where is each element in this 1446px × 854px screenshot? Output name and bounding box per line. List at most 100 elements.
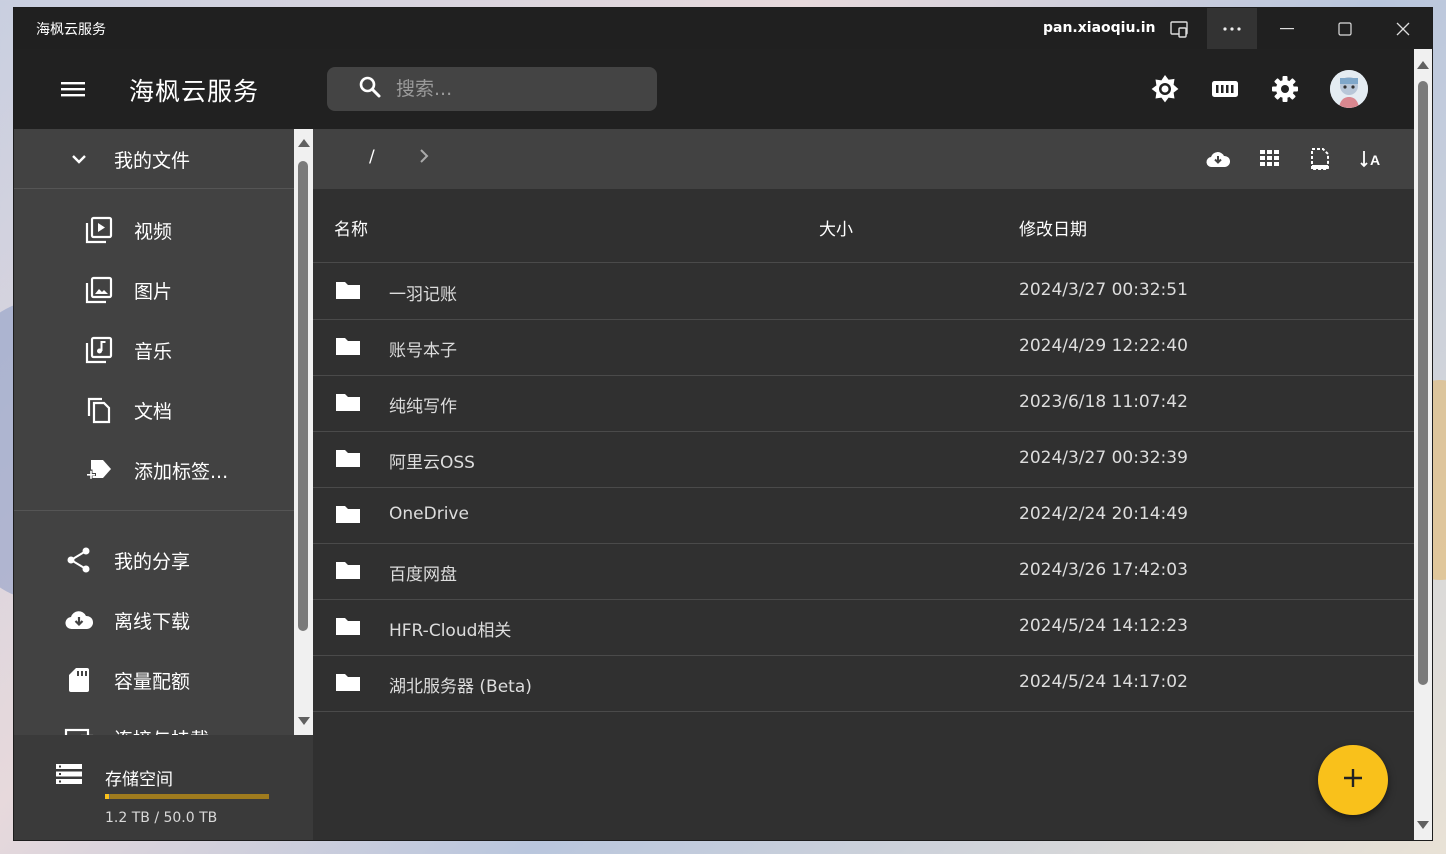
file-name: 纯纯写作 — [389, 397, 457, 417]
window-domain: pan.xiaoqiu.in — [1043, 20, 1156, 36]
folder-icon — [335, 280, 361, 305]
sidebar-item-label: 我的文件 — [114, 149, 191, 172]
app-available-icon[interactable] — [1164, 8, 1194, 49]
app-window: 海枫云服务 pan.xiaoqiu.in 海枫云服务 搜索... 我的文件 视频… — [14, 8, 1432, 840]
file-browser: / A 名称 大小 修改日期 一羽记账 2024/3/27 00:32:51 账… — [313, 129, 1414, 840]
file-name: 百度网盘 — [389, 565, 457, 585]
plus-icon — [1342, 767, 1364, 793]
storage-icon — [56, 762, 82, 790]
user-avatar[interactable] — [1330, 70, 1368, 108]
sidebar-item-label: 视频 — [134, 220, 173, 243]
search-input[interactable] — [394, 77, 638, 101]
breadcrumb-bar: / A — [313, 129, 1414, 189]
sidebar-nav: 我的文件 视频 图片 音乐 文档 添加标签... 我的分享 离线下载 容量配额 — [14, 129, 294, 735]
table-row[interactable]: OneDrive 2024/2/24 20:14:49 — [313, 487, 1414, 544]
cloud-download-icon[interactable] — [1203, 144, 1233, 174]
chevron-down-icon — [64, 144, 94, 174]
file-date: 2024/5/24 14:17:02 — [1019, 672, 1188, 692]
column-modified-header[interactable]: 修改日期 — [1019, 215, 1087, 240]
search-box[interactable] — [327, 67, 657, 111]
file-date: 2024/2/24 20:14:49 — [1019, 504, 1188, 524]
table-row[interactable]: 阿里云OSS 2024/3/27 00:32:39 — [313, 431, 1414, 488]
storage-policy-icon[interactable] — [1210, 74, 1240, 104]
storage-progress-bar — [105, 794, 269, 799]
settings-gear-icon[interactable] — [1270, 74, 1300, 104]
table-row[interactable]: 湖北服务器 (Beta) 2024/5/24 14:17:02 — [313, 655, 1414, 712]
close-button[interactable] — [1380, 8, 1426, 49]
file-name: 阿里云OSS — [389, 453, 475, 473]
file-date: 2024/3/27 00:32:51 — [1019, 280, 1188, 300]
storage-usage: 1.2 TB / 50.0 TB — [105, 810, 218, 826]
file-date: 2024/4/29 12:22:40 — [1019, 336, 1188, 356]
folder-icon — [335, 504, 361, 529]
breadcrumb-root[interactable]: / — [369, 147, 375, 167]
sidebar-item-connections[interactable]: 连接与挂载 — [14, 710, 294, 735]
divider — [14, 510, 294, 511]
app-brand: 海枫云服务 — [129, 77, 260, 106]
sidebar-item-label: 容量配额 — [114, 670, 191, 693]
scroll-up-arrow-icon[interactable] — [298, 139, 310, 147]
file-name: 湖北服务器 (Beta) — [389, 677, 532, 697]
file-date: 2024/5/24 14:12:23 — [1019, 616, 1188, 636]
menu-icon[interactable] — [58, 75, 88, 103]
sidebar-item-my-shares[interactable]: 我的分享 — [14, 532, 294, 588]
minimize-button[interactable] — [1264, 8, 1310, 49]
folder-icon — [335, 448, 361, 473]
sidebar-item-label: 我的分享 — [114, 550, 191, 573]
sidebar-item-images[interactable]: 图片 — [14, 262, 294, 318]
select-file-icon[interactable] — [1305, 144, 1335, 174]
sidebar-item-offline-download[interactable]: 离线下载 — [14, 592, 294, 648]
main-scrollbar[interactable] — [1414, 49, 1432, 840]
scroll-up-arrow-icon[interactable] — [1417, 61, 1429, 69]
column-size-header[interactable]: 大小 — [819, 215, 853, 240]
file-copy-icon — [84, 395, 114, 425]
storage-panel[interactable]: 存储空间 1.2 TB / 50.0 TB — [14, 735, 313, 840]
folder-icon — [335, 672, 361, 697]
sd-card-icon — [64, 665, 94, 695]
sidebar-item-label: 连接与挂载 — [114, 725, 209, 736]
sidebar-scrollbar[interactable] — [294, 129, 313, 735]
sidebar-item-docs[interactable]: 文档 — [14, 382, 294, 438]
sidebar-item-quota[interactable]: 容量配额 — [14, 652, 294, 708]
search-icon — [358, 75, 382, 103]
scroll-down-arrow-icon[interactable] — [298, 717, 310, 725]
window-title: 海枫云服务 — [36, 22, 106, 38]
tag-add-icon — [84, 455, 114, 485]
file-name: OneDrive — [389, 504, 469, 524]
scrollbar-thumb[interactable] — [1418, 81, 1428, 685]
theme-toggle-icon[interactable] — [1150, 74, 1180, 104]
table-header: 名称 大小 修改日期 — [313, 189, 1414, 263]
chevron-right-icon[interactable] — [417, 147, 431, 169]
file-name: 一羽记账 — [389, 285, 457, 305]
folder-icon — [335, 560, 361, 585]
add-fab-button[interactable] — [1318, 745, 1388, 815]
folder-icon — [335, 336, 361, 361]
scrollbar-thumb[interactable] — [298, 161, 308, 631]
maximize-button[interactable] — [1322, 8, 1368, 49]
grid-view-icon[interactable] — [1255, 144, 1285, 174]
sidebar-item-music[interactable]: 音乐 — [14, 322, 294, 378]
file-date: 2024/3/26 17:42:03 — [1019, 560, 1188, 580]
sidebar-item-my-files[interactable]: 我的文件 — [14, 131, 294, 187]
sidebar-item-label: 图片 — [134, 280, 173, 303]
table-row[interactable]: 百度网盘 2024/3/26 17:42:03 — [313, 543, 1414, 600]
scroll-down-arrow-icon[interactable] — [1417, 821, 1429, 829]
column-name-header[interactable]: 名称 — [334, 215, 368, 240]
sort-alpha-icon[interactable]: A — [1356, 144, 1386, 174]
storage-progress-fill — [105, 794, 109, 799]
sidebar-item-add-tag[interactable]: 添加标签... — [14, 442, 294, 498]
table-row[interactable]: 账号本子 2024/4/29 12:22:40 — [313, 319, 1414, 376]
table-row[interactable]: 纯纯写作 2023/6/18 11:07:42 — [313, 375, 1414, 432]
connection-icon — [64, 723, 94, 735]
title-bar: 海枫云服务 pan.xiaoqiu.in — [14, 8, 1432, 49]
table-row[interactable]: HFR-Cloud相关 2024/5/24 14:12:23 — [313, 599, 1414, 656]
music-library-icon — [84, 335, 114, 365]
app-bar: 海枫云服务 — [14, 49, 1414, 129]
sidebar-item-label: 离线下载 — [114, 610, 191, 633]
folder-icon — [335, 392, 361, 417]
table-row[interactable]: 一羽记账 2024/3/27 00:32:51 — [313, 263, 1414, 320]
sidebar-item-label: 音乐 — [134, 340, 173, 363]
sidebar-item-video[interactable]: 视频 — [14, 202, 294, 258]
more-options-button[interactable] — [1207, 8, 1257, 49]
file-date: 2024/3/27 00:32:39 — [1019, 448, 1188, 468]
